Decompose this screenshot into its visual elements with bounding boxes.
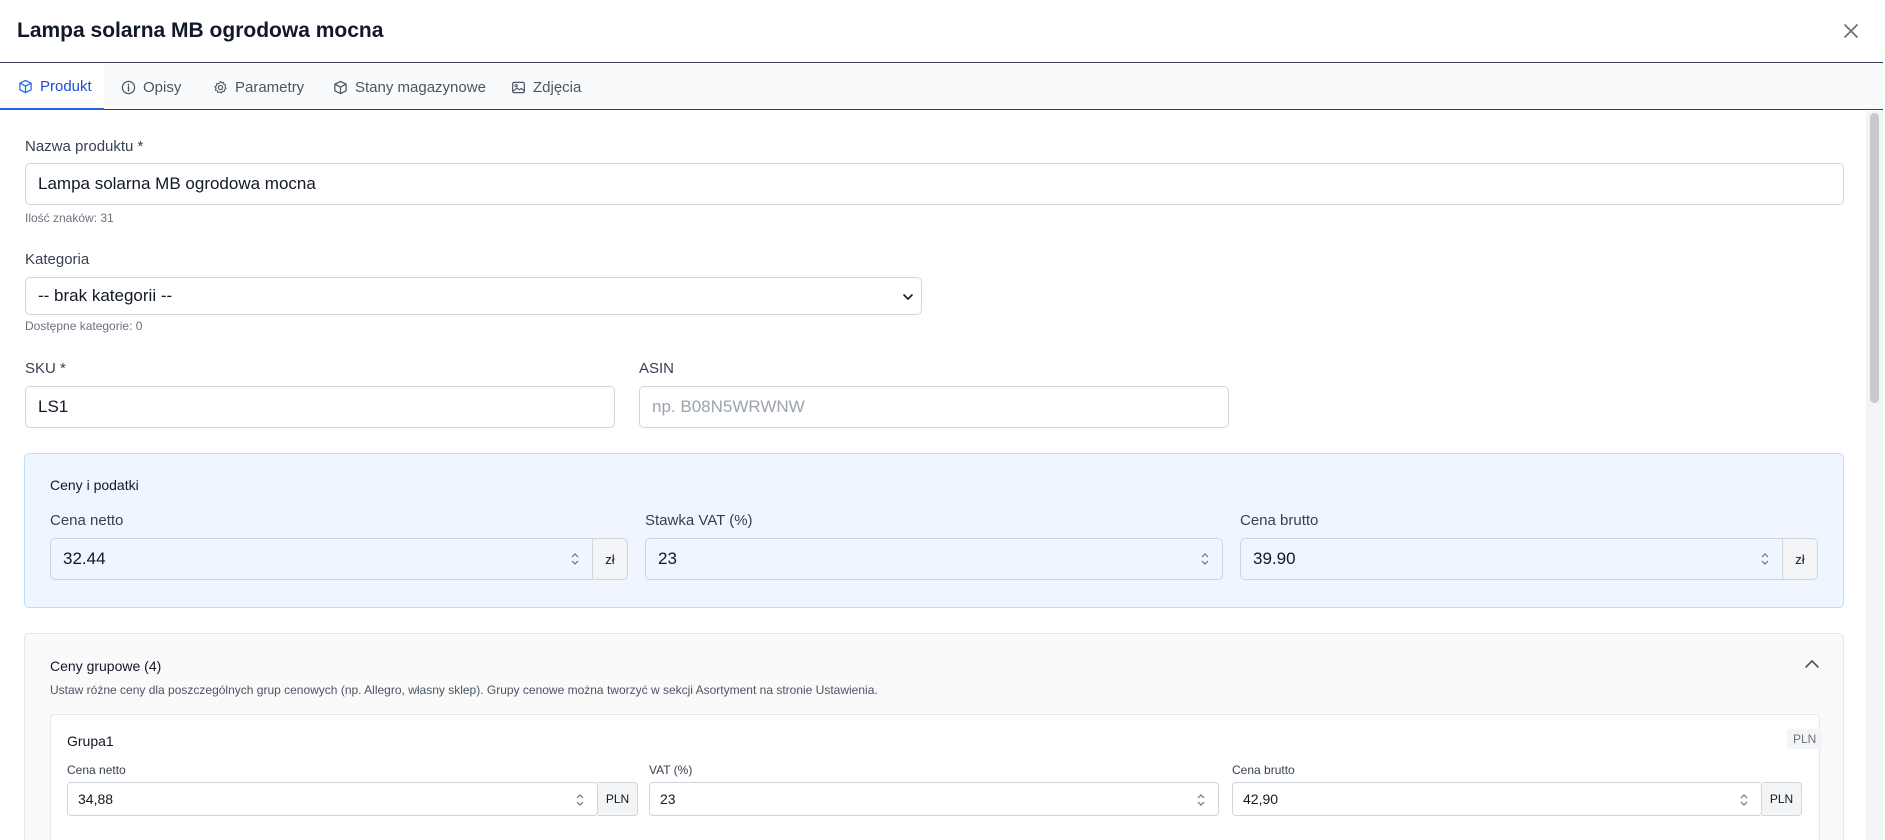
currency-badge: PLN xyxy=(1787,729,1823,749)
tab-opisy[interactable]: Opisy xyxy=(121,64,181,110)
image-icon xyxy=(512,81,525,93)
tab-parametry[interactable]: Parametry xyxy=(213,64,304,110)
category-value: -- brak kategorii -- xyxy=(38,286,173,305)
product-name-input[interactable]: Lampa solarna MB ogrodowa mocna xyxy=(25,163,1844,205)
group-gross-value: 42,90 xyxy=(1243,791,1279,807)
group-net-input[interactable]: 34,88 xyxy=(67,782,598,816)
gross-price-group: 39.90 zł xyxy=(1240,538,1818,580)
info-icon xyxy=(121,80,136,94)
tab-zdjecia[interactable]: Zdjęcia xyxy=(511,64,581,110)
group-gross-unit: PLN xyxy=(1762,782,1802,816)
box-icon xyxy=(19,79,32,93)
gear-icon xyxy=(214,80,227,94)
group-prices-description: Ustaw różne ceny dla poszczególnych grup… xyxy=(50,683,878,697)
content-scrollbar[interactable] xyxy=(1866,111,1883,840)
char-count: Ilość znaków: 31 xyxy=(25,211,114,225)
tab-label: Opisy xyxy=(143,78,182,96)
group-vat-input[interactable]: 23 xyxy=(649,782,1219,816)
vat-rate-value: 23 xyxy=(658,549,677,568)
group-vat-value: 23 xyxy=(660,791,676,807)
tab-bar: Produkt Opisy Parametry Stany magazynowe… xyxy=(0,64,1883,110)
tab-label: Zdjęcia xyxy=(533,78,582,96)
group-net-unit: PLN xyxy=(598,782,638,816)
product-name-value: Lampa solarna MB ogrodowa mocna xyxy=(38,174,316,193)
spinner-icon[interactable] xyxy=(570,551,580,567)
tab-label: Produkt xyxy=(40,77,92,95)
vat-rate-label: Stawka VAT (%) xyxy=(645,512,753,529)
gross-price-value: 39.90 xyxy=(1253,549,1296,568)
net-price-group: 32.44 zł xyxy=(50,538,628,580)
vat-rate-input[interactable]: 23 xyxy=(645,538,1223,580)
net-price-unit: zł xyxy=(593,538,628,580)
asin-input[interactable]: np. B08N5WRWNW xyxy=(639,386,1229,428)
prices-section: Ceny i podatki Cena netto 32.44 zł Stawk… xyxy=(24,453,1844,608)
group-prices-title: Ceny grupowe (4) xyxy=(50,658,162,674)
group-name: Grupa1 xyxy=(67,733,114,749)
group-net-label: Cena netto xyxy=(67,763,126,777)
spinner-icon[interactable] xyxy=(1739,792,1749,808)
product-name-label: Nazwa produktu * xyxy=(25,138,144,155)
modal-header: Lampa solarna MB ogrodowa mocna xyxy=(0,0,1883,63)
spinner-icon[interactable] xyxy=(575,792,585,808)
net-price-label: Cena netto xyxy=(50,512,124,529)
group-gross-input[interactable]: 42,90 xyxy=(1232,782,1762,816)
spinner-icon[interactable] xyxy=(1760,551,1770,567)
close-icon[interactable] xyxy=(1838,18,1864,44)
box-icon xyxy=(334,80,347,94)
sku-label: SKU * xyxy=(25,360,66,377)
modal-title: Lampa solarna MB ogrodowa mocna xyxy=(17,19,384,42)
group-prices-section: Ceny grupowe (4) Ustaw różne ceny dla po… xyxy=(24,633,1844,840)
tab-label: Stany magazynowe xyxy=(355,78,486,96)
sku-input[interactable]: LS1 xyxy=(25,386,615,428)
sku-value: LS1 xyxy=(38,397,69,416)
asin-placeholder: np. B08N5WRWNW xyxy=(652,397,805,416)
net-price-input[interactable]: 32.44 xyxy=(50,538,593,580)
price-group-card: Grupa1 PLN Cena netto 34,88 PLN VAT (%) … xyxy=(50,714,1823,840)
product-edit-modal: Lampa solarna MB ogrodowa mocna Produkt … xyxy=(0,0,1883,840)
group-gross-label: Cena brutto xyxy=(1232,763,1295,777)
tab-content-produkt: Nazwa produktu * Lampa solarna MB ogrodo… xyxy=(0,111,1866,840)
prices-title: Ceny i podatki xyxy=(50,477,139,493)
spinner-icon[interactable] xyxy=(1200,551,1210,567)
net-price-value: 32.44 xyxy=(63,549,106,568)
chevron-down-icon xyxy=(903,294,913,301)
group-vat-label: VAT (%) xyxy=(649,763,693,777)
group-net-value: 34,88 xyxy=(78,791,114,807)
category-hint: Dostępne kategorie: 0 xyxy=(25,319,143,333)
scrollbar-thumb[interactable] xyxy=(1870,113,1879,403)
category-select[interactable]: -- brak kategorii -- xyxy=(25,277,922,315)
tab-label: Parametry xyxy=(235,78,305,96)
gross-price-label: Cena brutto xyxy=(1240,512,1319,529)
gross-price-input[interactable]: 39.90 xyxy=(1240,538,1783,580)
chevron-up-icon[interactable] xyxy=(1804,658,1820,670)
category-label: Kategoria xyxy=(25,251,90,268)
gross-price-unit: zł xyxy=(1783,538,1818,580)
tab-produkt[interactable]: Produkt xyxy=(0,64,104,110)
tab-stany-magazynowe[interactable]: Stany magazynowe xyxy=(333,64,486,110)
asin-label: ASIN xyxy=(639,360,675,377)
spinner-icon[interactable] xyxy=(1196,792,1206,808)
